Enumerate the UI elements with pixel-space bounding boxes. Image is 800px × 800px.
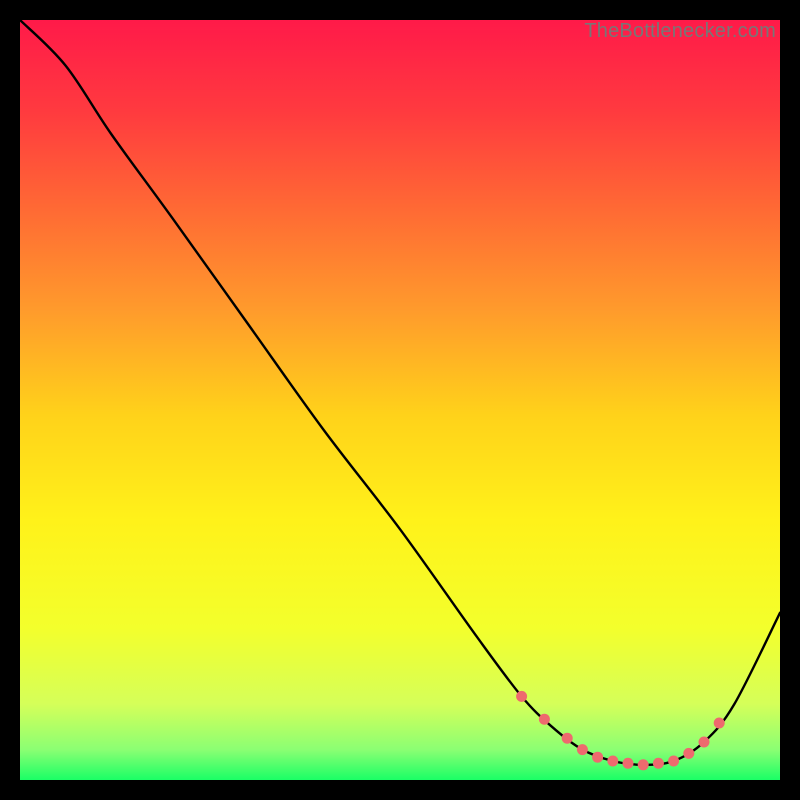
attribution-text: TheBottlenecker.com bbox=[584, 20, 776, 43]
marker-dot bbox=[668, 756, 679, 767]
marker-dot bbox=[714, 718, 725, 729]
marker-dot bbox=[607, 756, 618, 767]
gradient-background bbox=[20, 20, 780, 780]
marker-dot bbox=[623, 758, 634, 769]
marker-dot bbox=[638, 759, 649, 770]
marker-dot bbox=[683, 748, 694, 759]
marker-dot bbox=[699, 737, 710, 748]
marker-dot bbox=[577, 744, 588, 755]
marker-dot bbox=[562, 733, 573, 744]
marker-dot bbox=[539, 714, 550, 725]
marker-dot bbox=[653, 758, 664, 769]
chart-frame: TheBottlenecker.com bbox=[20, 20, 780, 780]
marker-dot bbox=[592, 752, 603, 763]
chart-svg bbox=[20, 20, 780, 780]
marker-dot bbox=[516, 691, 527, 702]
